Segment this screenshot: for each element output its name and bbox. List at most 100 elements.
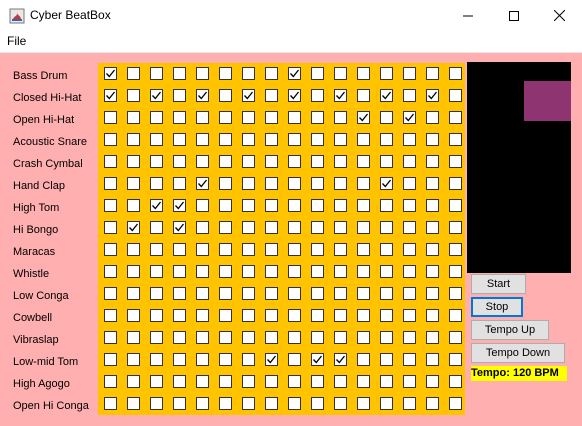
beat-checkbox[interactable] — [311, 309, 324, 322]
beat-checkbox[interactable] — [449, 221, 462, 234]
beat-checkbox[interactable] — [173, 177, 186, 190]
beat-checkbox[interactable] — [403, 133, 416, 146]
beat-checkbox[interactable] — [196, 243, 209, 256]
beat-checkbox[interactable] — [196, 397, 209, 410]
beat-checkbox[interactable] — [403, 177, 416, 190]
beat-checkbox[interactable] — [403, 397, 416, 410]
beat-checkbox[interactable] — [265, 287, 278, 300]
beat-checkbox[interactable] — [173, 111, 186, 124]
beat-checkbox[interactable] — [380, 177, 393, 190]
beat-checkbox[interactable] — [242, 199, 255, 212]
beat-checkbox[interactable] — [449, 309, 462, 322]
beat-checkbox[interactable] — [104, 243, 117, 256]
beat-checkbox[interactable] — [265, 265, 278, 278]
beat-checkbox[interactable] — [357, 111, 370, 124]
beat-checkbox[interactable] — [265, 397, 278, 410]
beat-checkbox[interactable] — [380, 89, 393, 102]
beat-checkbox[interactable] — [104, 111, 117, 124]
beat-checkbox[interactable] — [288, 397, 301, 410]
beat-checkbox[interactable] — [196, 177, 209, 190]
beat-checkbox[interactable] — [265, 155, 278, 168]
beat-checkbox[interactable] — [334, 199, 347, 212]
beat-checkbox[interactable] — [104, 199, 117, 212]
beat-checkbox[interactable] — [288, 199, 301, 212]
beat-checkbox[interactable] — [334, 375, 347, 388]
beat-checkbox[interactable] — [334, 221, 347, 234]
beat-checkbox[interactable] — [104, 67, 117, 80]
beat-checkbox[interactable] — [357, 67, 370, 80]
beat-checkbox[interactable] — [311, 89, 324, 102]
beat-checkbox[interactable] — [357, 353, 370, 366]
beat-checkbox[interactable] — [334, 397, 347, 410]
beat-checkbox[interactable] — [173, 89, 186, 102]
beat-checkbox[interactable] — [150, 397, 163, 410]
beat-checkbox[interactable] — [219, 155, 232, 168]
beat-checkbox[interactable] — [173, 397, 186, 410]
beat-checkbox[interactable] — [403, 111, 416, 124]
beat-checkbox[interactable] — [265, 221, 278, 234]
beat-checkbox[interactable] — [219, 67, 232, 80]
beat-checkbox[interactable] — [242, 111, 255, 124]
beat-checkbox[interactable] — [311, 67, 324, 80]
beat-checkbox[interactable] — [173, 265, 186, 278]
beat-checkbox[interactable] — [334, 155, 347, 168]
beat-checkbox[interactable] — [173, 155, 186, 168]
close-button[interactable] — [536, 0, 582, 31]
beat-checkbox[interactable] — [173, 199, 186, 212]
beat-checkbox[interactable] — [265, 89, 278, 102]
beat-checkbox[interactable] — [104, 133, 117, 146]
beat-checkbox[interactable] — [219, 199, 232, 212]
beat-checkbox[interactable] — [173, 287, 186, 300]
beat-checkbox[interactable] — [150, 353, 163, 366]
beat-checkbox[interactable] — [311, 265, 324, 278]
beat-checkbox[interactable] — [219, 111, 232, 124]
beat-checkbox[interactable] — [311, 155, 324, 168]
beat-checkbox[interactable] — [311, 199, 324, 212]
beat-checkbox[interactable] — [357, 199, 370, 212]
beat-checkbox[interactable] — [265, 133, 278, 146]
beat-checkbox[interactable] — [334, 243, 347, 256]
beat-checkbox[interactable] — [219, 287, 232, 300]
beat-checkbox[interactable] — [242, 397, 255, 410]
beat-checkbox[interactable] — [403, 67, 416, 80]
tempo-up-button[interactable]: Tempo Up — [471, 320, 549, 340]
beat-checkbox[interactable] — [288, 243, 301, 256]
beat-checkbox[interactable] — [288, 287, 301, 300]
beat-checkbox[interactable] — [334, 111, 347, 124]
beat-checkbox[interactable] — [242, 221, 255, 234]
beat-checkbox[interactable] — [150, 199, 163, 212]
beat-checkbox[interactable] — [311, 111, 324, 124]
beat-checkbox[interactable] — [219, 133, 232, 146]
beat-checkbox[interactable] — [449, 397, 462, 410]
beat-checkbox[interactable] — [403, 89, 416, 102]
beat-checkbox[interactable] — [127, 177, 140, 190]
beat-checkbox[interactable] — [357, 155, 370, 168]
beat-checkbox[interactable] — [426, 111, 439, 124]
beat-checkbox[interactable] — [288, 353, 301, 366]
beat-checkbox[interactable] — [265, 243, 278, 256]
beat-checkbox[interactable] — [380, 133, 393, 146]
beat-checkbox[interactable] — [334, 287, 347, 300]
beat-checkbox[interactable] — [150, 111, 163, 124]
beat-checkbox[interactable] — [173, 133, 186, 146]
beat-checkbox[interactable] — [403, 375, 416, 388]
beat-checkbox[interactable] — [449, 287, 462, 300]
beat-checkbox[interactable] — [380, 155, 393, 168]
beat-checkbox[interactable] — [196, 309, 209, 322]
beat-checkbox[interactable] — [150, 133, 163, 146]
beat-checkbox[interactable] — [265, 67, 278, 80]
beat-checkbox[interactable] — [242, 375, 255, 388]
beat-checkbox[interactable] — [380, 199, 393, 212]
beat-checkbox[interactable] — [334, 353, 347, 366]
beat-checkbox[interactable] — [426, 287, 439, 300]
beat-checkbox[interactable] — [104, 331, 117, 344]
beat-checkbox[interactable] — [334, 265, 347, 278]
menu-file[interactable]: File — [7, 34, 26, 48]
beat-checkbox[interactable] — [288, 111, 301, 124]
beat-checkbox[interactable] — [449, 375, 462, 388]
beat-checkbox[interactable] — [357, 309, 370, 322]
beat-checkbox[interactable] — [426, 265, 439, 278]
beat-checkbox[interactable] — [380, 111, 393, 124]
beat-checkbox[interactable] — [449, 67, 462, 80]
beat-checkbox[interactable] — [242, 287, 255, 300]
